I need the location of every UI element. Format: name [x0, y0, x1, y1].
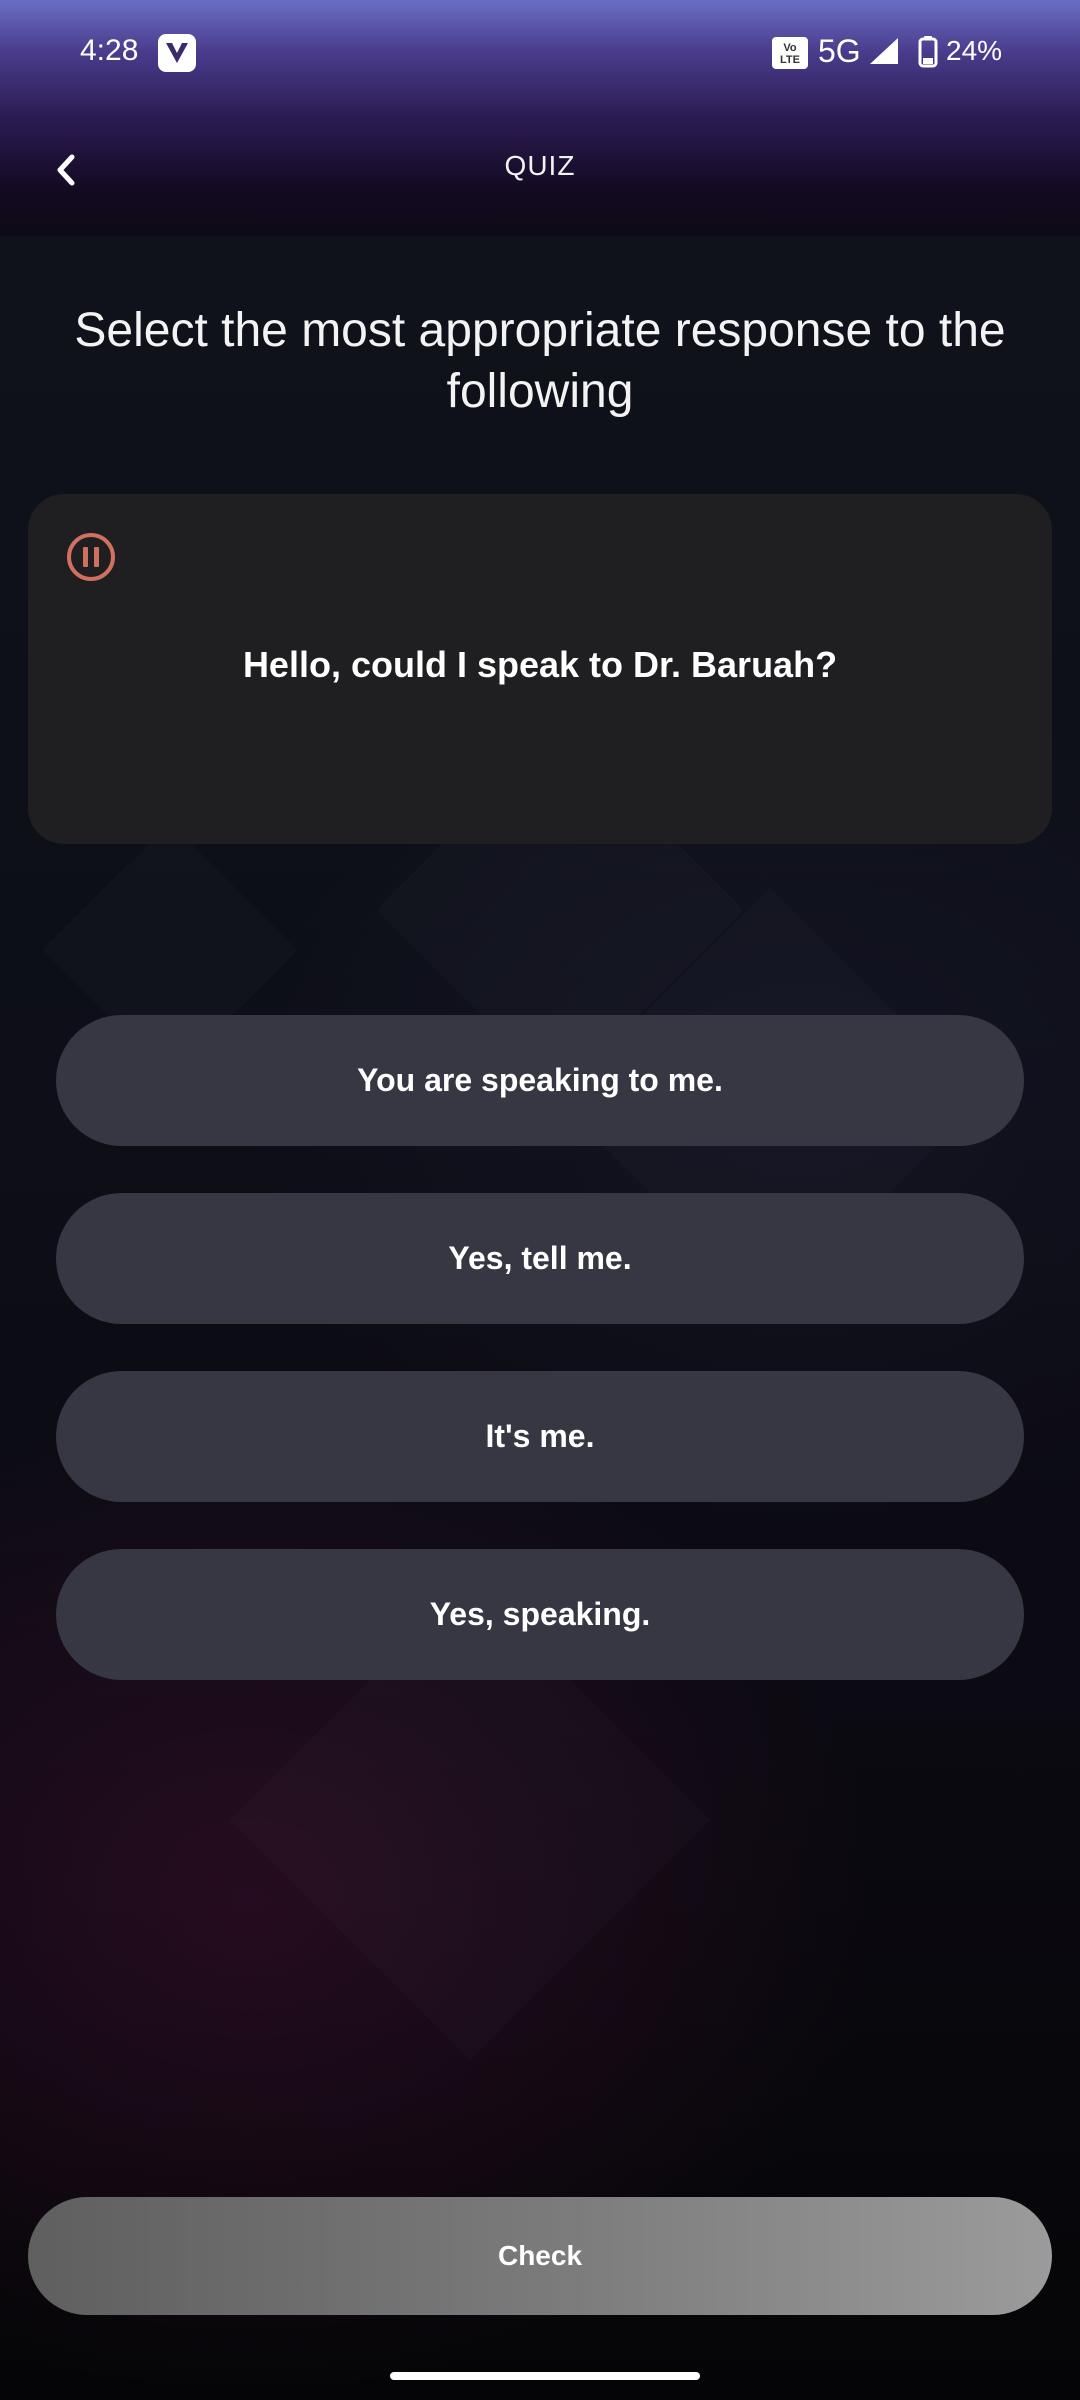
status-bar: 4:28 Vo LTE 5G 24%	[0, 0, 1080, 106]
answer-option[interactable]: Yes, speaking.	[56, 1549, 1024, 1680]
home-indicator[interactable]	[390, 2372, 700, 2380]
volte-icon: Vo LTE	[772, 37, 808, 69]
pause-audio-button[interactable]	[64, 530, 118, 584]
page-title: QUIZ	[504, 150, 576, 181]
status-time: 4:28	[80, 34, 139, 67]
pause-icon	[67, 533, 115, 581]
battery-level: 24%	[946, 35, 1003, 66]
answer-option[interactable]: You are speaking to me.	[56, 1015, 1024, 1146]
signal-icon	[868, 36, 900, 71]
prompt-text: Hello, could I speak to Dr. Baruah?	[242, 644, 838, 685]
answer-option[interactable]: It's me.	[56, 1371, 1024, 1502]
check-button[interactable]: Check	[28, 2197, 1052, 2315]
battery-icon	[918, 36, 938, 73]
network-type: 5G	[818, 33, 861, 69]
quiz-screen: 4:28 Vo LTE 5G 24% QUIZ Select the most …	[0, 0, 1080, 2400]
app-header: 4:28 Vo LTE 5G 24% QUIZ	[0, 0, 1080, 236]
app-notification-icon	[158, 34, 196, 72]
answer-option[interactable]: Yes, tell me.	[56, 1193, 1024, 1324]
quiz-instruction: Select the most appropriate response to …	[74, 304, 1006, 418]
prompt-card: Hello, could I speak to Dr. Baruah?	[28, 494, 1052, 844]
